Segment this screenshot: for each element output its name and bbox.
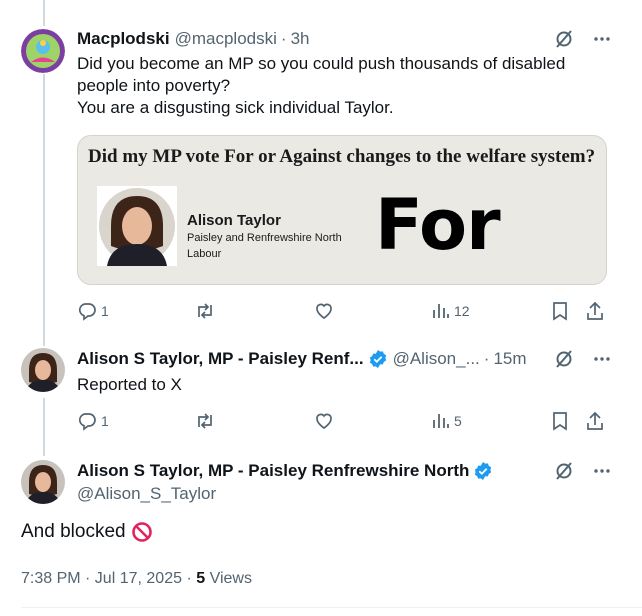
like-button[interactable] bbox=[314, 411, 334, 431]
more-icon[interactable] bbox=[592, 461, 612, 481]
thread-line-2 bbox=[43, 74, 45, 346]
tweet1-top-icons bbox=[554, 29, 612, 49]
thread-line-1 bbox=[43, 0, 45, 26]
media-card[interactable]: Did my MP vote For or Against changes to… bbox=[77, 135, 607, 285]
share-button[interactable] bbox=[585, 411, 605, 431]
tweet1-action-bar: 1 12 bbox=[77, 299, 607, 323]
card-mp-name: Alison Taylor bbox=[187, 212, 281, 229]
reply-count: 1 bbox=[101, 413, 109, 429]
tweet2-top-icons bbox=[554, 349, 612, 369]
tweet3-header: Alison S Taylor, MP - Paisley Renfrewshi… bbox=[77, 461, 493, 481]
card-party: Labour bbox=[187, 248, 222, 260]
retweet-icon bbox=[198, 303, 212, 319]
tweet1-author-name[interactable]: Macplodski bbox=[77, 29, 170, 49]
like-button[interactable] bbox=[314, 301, 334, 321]
more-icon[interactable] bbox=[592, 29, 612, 49]
retweet-icon bbox=[198, 413, 212, 429]
share-icon bbox=[587, 301, 603, 320]
bookmark-icon bbox=[553, 412, 567, 431]
views-button[interactable]: 12 bbox=[432, 301, 470, 321]
tweet1-text-line: You are a disgusting sick individual Tay… bbox=[77, 98, 394, 117]
tweet3-timestamp[interactable]: 7:38 PM · Jul 17, 2025 bbox=[21, 570, 182, 587]
tweet3-text-content: And blocked bbox=[21, 521, 126, 542]
card-vote: For bbox=[375, 184, 501, 266]
tweet2-header: Alison S Taylor, MP - Paisley Renf... @A… bbox=[77, 349, 527, 369]
tweet1-time[interactable]: 3h bbox=[291, 29, 310, 49]
avatar-macplodski[interactable] bbox=[21, 29, 65, 73]
tweet2-author-name[interactable]: Alison S Taylor, MP - Paisley Renf... bbox=[77, 349, 364, 369]
verified-badge-icon bbox=[369, 350, 386, 368]
tweet3-views-count: 5 bbox=[196, 570, 206, 587]
retweet-button[interactable] bbox=[194, 411, 216, 431]
grok-icon[interactable] bbox=[554, 349, 574, 369]
tweet3-author-handle[interactable]: @Alison_S_Taylor bbox=[77, 484, 216, 504]
views-button[interactable]: 5 bbox=[432, 411, 462, 431]
views-icon bbox=[433, 414, 449, 428]
tweet1-author-handle[interactable]: @macplodski bbox=[175, 29, 277, 49]
tweet2-action-bar: 1 5 bbox=[77, 409, 607, 433]
share-icon bbox=[587, 411, 603, 430]
reply-icon bbox=[78, 303, 96, 321]
verified-badge-icon bbox=[475, 462, 492, 480]
tweet1-text: Did you become an MP so you could push t… bbox=[77, 53, 565, 119]
card-heading: Did my MP vote For or Against changes to… bbox=[88, 146, 596, 167]
separator-dot: · bbox=[186, 570, 197, 587]
views-icon bbox=[433, 304, 449, 318]
tweet1-header: Macplodski @macplodski · 3h bbox=[77, 29, 309, 49]
tweet2-time[interactable]: 15m bbox=[493, 349, 526, 369]
card-constituency: Paisley and Renfrewshire North bbox=[187, 232, 342, 244]
tweet3-meta: 7:38 PM · Jul 17, 2025 · 5 Views bbox=[21, 570, 252, 588]
bookmark-button[interactable] bbox=[551, 411, 569, 431]
tweet1-text-line: people into poverty? bbox=[77, 76, 231, 95]
separator-dot: · bbox=[483, 349, 490, 368]
retweet-button[interactable] bbox=[194, 301, 216, 321]
tweet3-views-label: Views bbox=[209, 570, 252, 587]
more-icon[interactable] bbox=[592, 349, 612, 369]
share-button[interactable] bbox=[585, 301, 605, 321]
tweet2-text-line: Reported to X bbox=[77, 375, 182, 394]
bookmark-icon bbox=[553, 302, 567, 321]
bookmark-button[interactable] bbox=[551, 301, 569, 321]
like-icon bbox=[316, 303, 332, 320]
prohibited-icon bbox=[131, 522, 152, 542]
reply-button[interactable]: 1 bbox=[77, 301, 109, 321]
thread-line-3 bbox=[43, 398, 45, 456]
avatar-alison[interactable] bbox=[21, 460, 65, 504]
tweet3-handle-row: @Alison_S_Taylor bbox=[77, 484, 216, 504]
reply-button[interactable]: 1 bbox=[77, 411, 109, 431]
avatar-alison[interactable] bbox=[21, 348, 65, 392]
mp-photo bbox=[97, 186, 177, 266]
separator-dot: · bbox=[280, 29, 287, 48]
tweet3-author-name[interactable]: Alison S Taylor, MP - Paisley Renfrewshi… bbox=[77, 461, 469, 481]
grok-icon[interactable] bbox=[554, 461, 574, 481]
tweet1-text-line: Did you become an MP so you could push t… bbox=[77, 54, 566, 73]
tweet3-top-icons bbox=[554, 461, 612, 481]
tweet2-text: Reported to X bbox=[77, 374, 182, 396]
reply-icon bbox=[78, 413, 96, 431]
divider bbox=[21, 607, 642, 608]
tweet3-text: And blocked bbox=[21, 521, 153, 543]
tweet2-author-handle[interactable]: @Alison_... bbox=[393, 349, 480, 369]
grok-icon[interactable] bbox=[554, 29, 574, 49]
views-count: 5 bbox=[454, 413, 462, 429]
reply-count: 1 bbox=[101, 303, 109, 319]
views-count: 12 bbox=[454, 303, 470, 319]
like-icon bbox=[316, 413, 332, 430]
